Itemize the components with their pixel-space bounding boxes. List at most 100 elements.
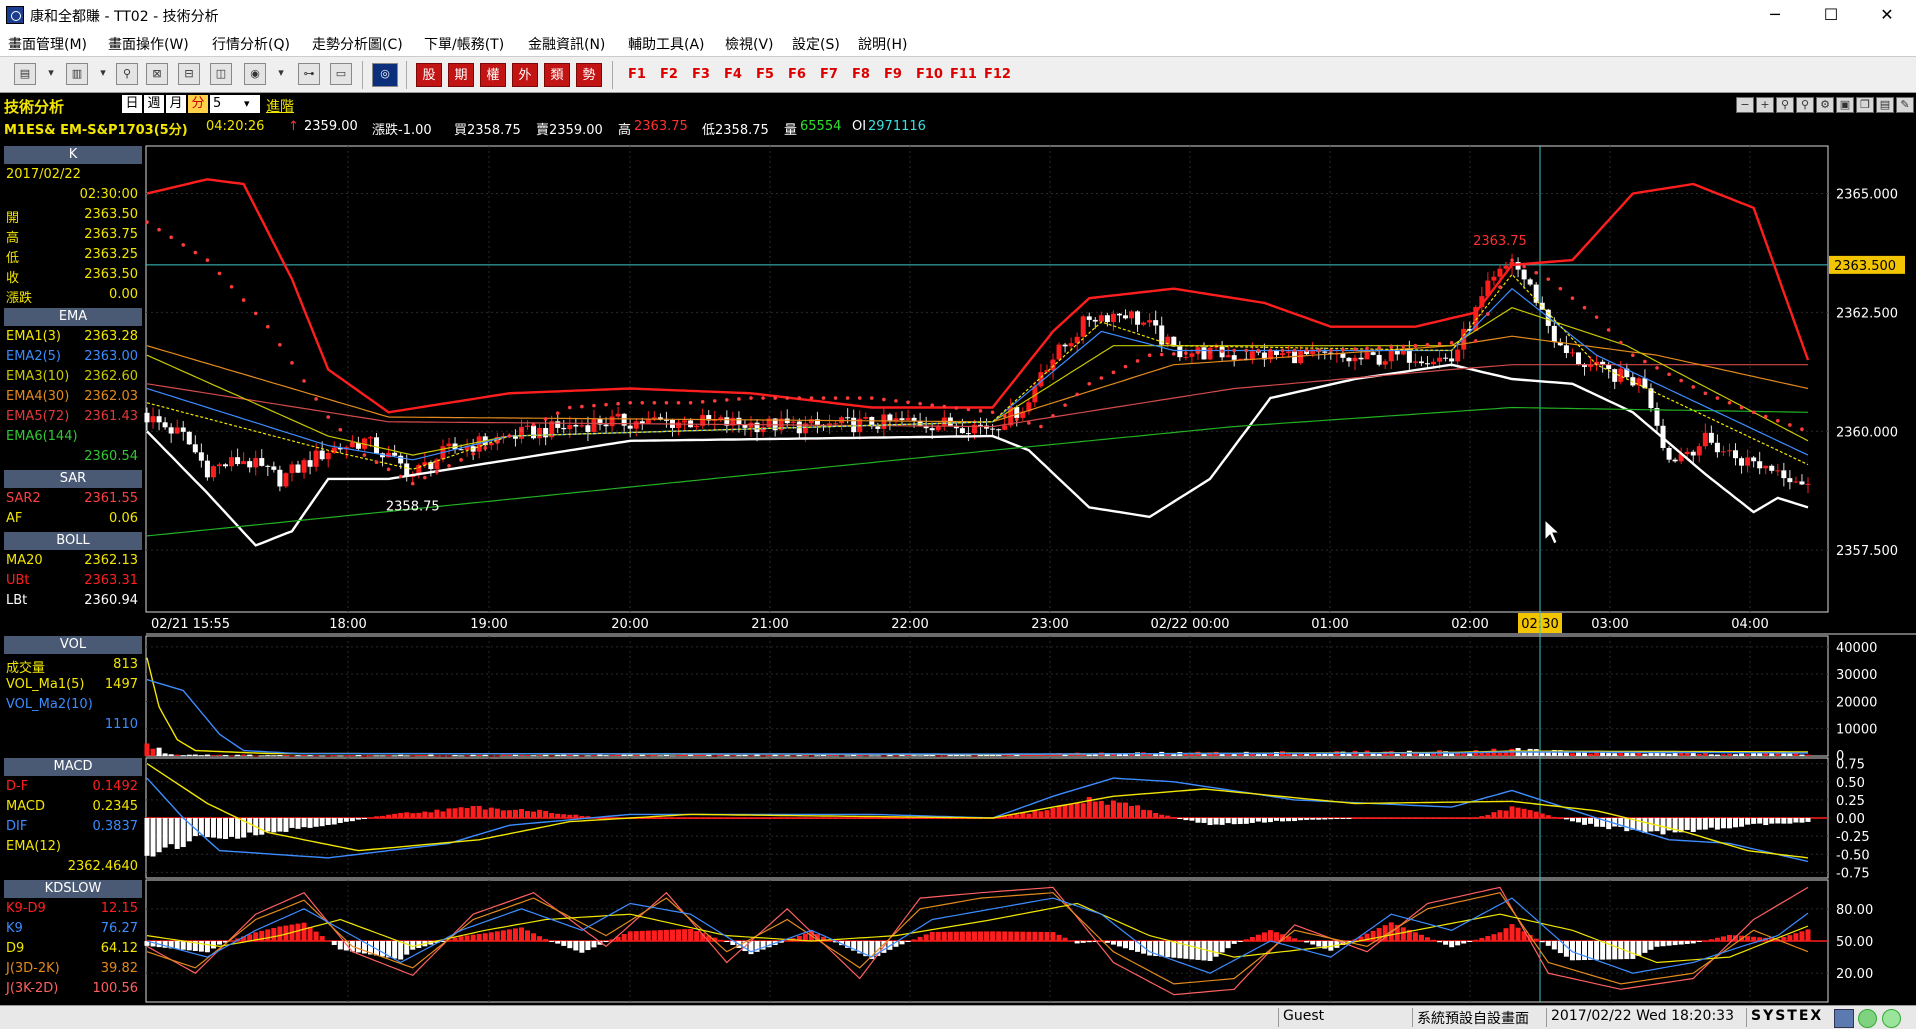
macd-histogram-bar: [1352, 818, 1358, 819]
volume-bar: [1376, 753, 1382, 756]
volume-bar: [488, 755, 494, 757]
candle-body: [790, 421, 796, 424]
candle-body: [1014, 406, 1020, 418]
candle-body: [235, 457, 241, 465]
ema3-value: 2362.60: [84, 369, 138, 384]
volume-bar: [694, 754, 700, 756]
kd-histogram-bar: [337, 941, 343, 950]
kd-histogram-bar: [1255, 934, 1261, 941]
candle-body: [1135, 311, 1141, 325]
kd-histogram-bar: [1443, 941, 1449, 945]
volume-bar: [283, 754, 289, 756]
volume-bar: [839, 755, 845, 757]
sar-dot: [1643, 359, 1647, 364]
macd-histogram-bar: [180, 818, 186, 848]
candle-body: [1110, 313, 1116, 323]
volume-bar: [1002, 755, 1008, 757]
macd-histogram-bar: [1080, 803, 1086, 818]
volume-bar: [766, 755, 772, 757]
candle-body: [585, 425, 591, 432]
time-tick-label: 22:00: [891, 617, 928, 632]
sar-dot: [688, 400, 693, 405]
macd-histogram-bar: [1141, 809, 1147, 818]
candle-body: [1141, 322, 1147, 325]
macd-tick-label: 0.25: [1836, 794, 1865, 809]
candle-body: [1733, 450, 1739, 459]
macd-histogram-bar: [1545, 815, 1551, 818]
kd-histogram-bar: [579, 941, 585, 953]
chart-canvas[interactable]: 02/21 15:55 18:00 19:00 20:00 21:00 22:00 23:0…: [0, 0, 1916, 1028]
vol-ma1-value: 1497: [104, 677, 138, 692]
macd-histogram-bar: [651, 818, 657, 819]
time-tick-label: 02/21 15:55: [151, 617, 230, 632]
candle-body: [1358, 357, 1364, 360]
macd-histogram-bar: [1684, 818, 1690, 830]
candle-body: [295, 464, 301, 473]
open-value: 2363.50: [84, 207, 138, 222]
kd-histogram-bar: [1225, 941, 1231, 949]
volume-bar: [639, 754, 645, 756]
macd-histogram-bar: [531, 811, 537, 818]
candle-body: [1763, 465, 1769, 469]
kd-histogram-bar: [1304, 941, 1310, 943]
low-label: 低: [6, 251, 20, 266]
kd-histogram-bar: [1702, 940, 1708, 942]
macd-histogram-bar: [488, 807, 494, 818]
macd-histogram-bar: [663, 818, 669, 819]
price-tick-label: 2365.000: [1836, 188, 1898, 203]
ema12-value: 2362.4640: [67, 859, 138, 874]
candle-body: [1672, 459, 1678, 462]
ema5-value: 2361.43: [84, 409, 138, 424]
volume-bar: [1805, 754, 1811, 756]
macd-histogram-bar: [210, 818, 216, 838]
volume-bar: [748, 755, 754, 757]
kd-tick-label: 20.00: [1836, 967, 1873, 982]
ema-info-panel: EMA EMA1(3) 2363.28 EMA2(5) 2363.00 EMA3(1…: [4, 308, 142, 468]
dif-value: 0.3837: [92, 819, 139, 834]
volume-bar: [1793, 753, 1799, 756]
kd-histogram-bar: [482, 933, 488, 941]
volume-bar: [724, 754, 730, 756]
kd-histogram-bar: [1122, 941, 1128, 949]
volume-bar: [669, 755, 675, 757]
macd-panel-header: MACD: [4, 758, 142, 776]
volume-bar: [1461, 753, 1467, 756]
macd-histogram-bar: [1116, 802, 1122, 818]
candle-body: [627, 425, 633, 429]
macd-histogram-bar: [1781, 818, 1787, 824]
macd-histogram-bar: [283, 818, 289, 832]
macd-histogram-bar: [1286, 818, 1292, 822]
kd-histogram-bar: [1449, 941, 1455, 948]
volume-bar: [476, 754, 482, 756]
candle-body: [271, 466, 277, 470]
boll-info-panel: BOLL MA20 2362.13 UBt 2363.31 LBt 2360.94: [4, 532, 142, 612]
kd-info-panel: KDSLOW K9-D9 12.15 K9 76.27 D9 64.12 J(3D-2…: [4, 880, 142, 1000]
macd-histogram-bar: [1376, 818, 1382, 819]
kd-histogram-bar: [1418, 934, 1424, 941]
sar-dot: [229, 284, 234, 289]
volume-bar: [458, 755, 464, 757]
sar-dot: [1498, 285, 1502, 289]
sar-dot: [290, 361, 294, 365]
volume-bar: [573, 754, 579, 756]
af-label: AF: [6, 511, 23, 526]
macd-histogram-bar: [1582, 818, 1588, 825]
time-tick-label: 18:00: [329, 617, 366, 632]
sar-dot: [1304, 348, 1309, 353]
volume-bar: [1588, 753, 1594, 756]
volume-bar: [1418, 753, 1424, 756]
macd-histogram-bar: [464, 808, 470, 818]
candle-body: [567, 424, 573, 430]
time-tick-label: 19:00: [470, 617, 507, 632]
sar-dot: [1679, 378, 1683, 383]
sar-dot: [857, 396, 862, 400]
candle-body: [978, 424, 984, 426]
volume-bar: [881, 755, 887, 757]
volume-bar: [229, 755, 235, 757]
macd-histogram-bar: [434, 809, 440, 818]
ema1-line: [146, 273, 1809, 470]
volume-bar: [730, 755, 736, 757]
kd-histogram-bar: [990, 931, 996, 941]
candle-body: [1388, 350, 1394, 362]
candle-body: [1352, 357, 1358, 362]
